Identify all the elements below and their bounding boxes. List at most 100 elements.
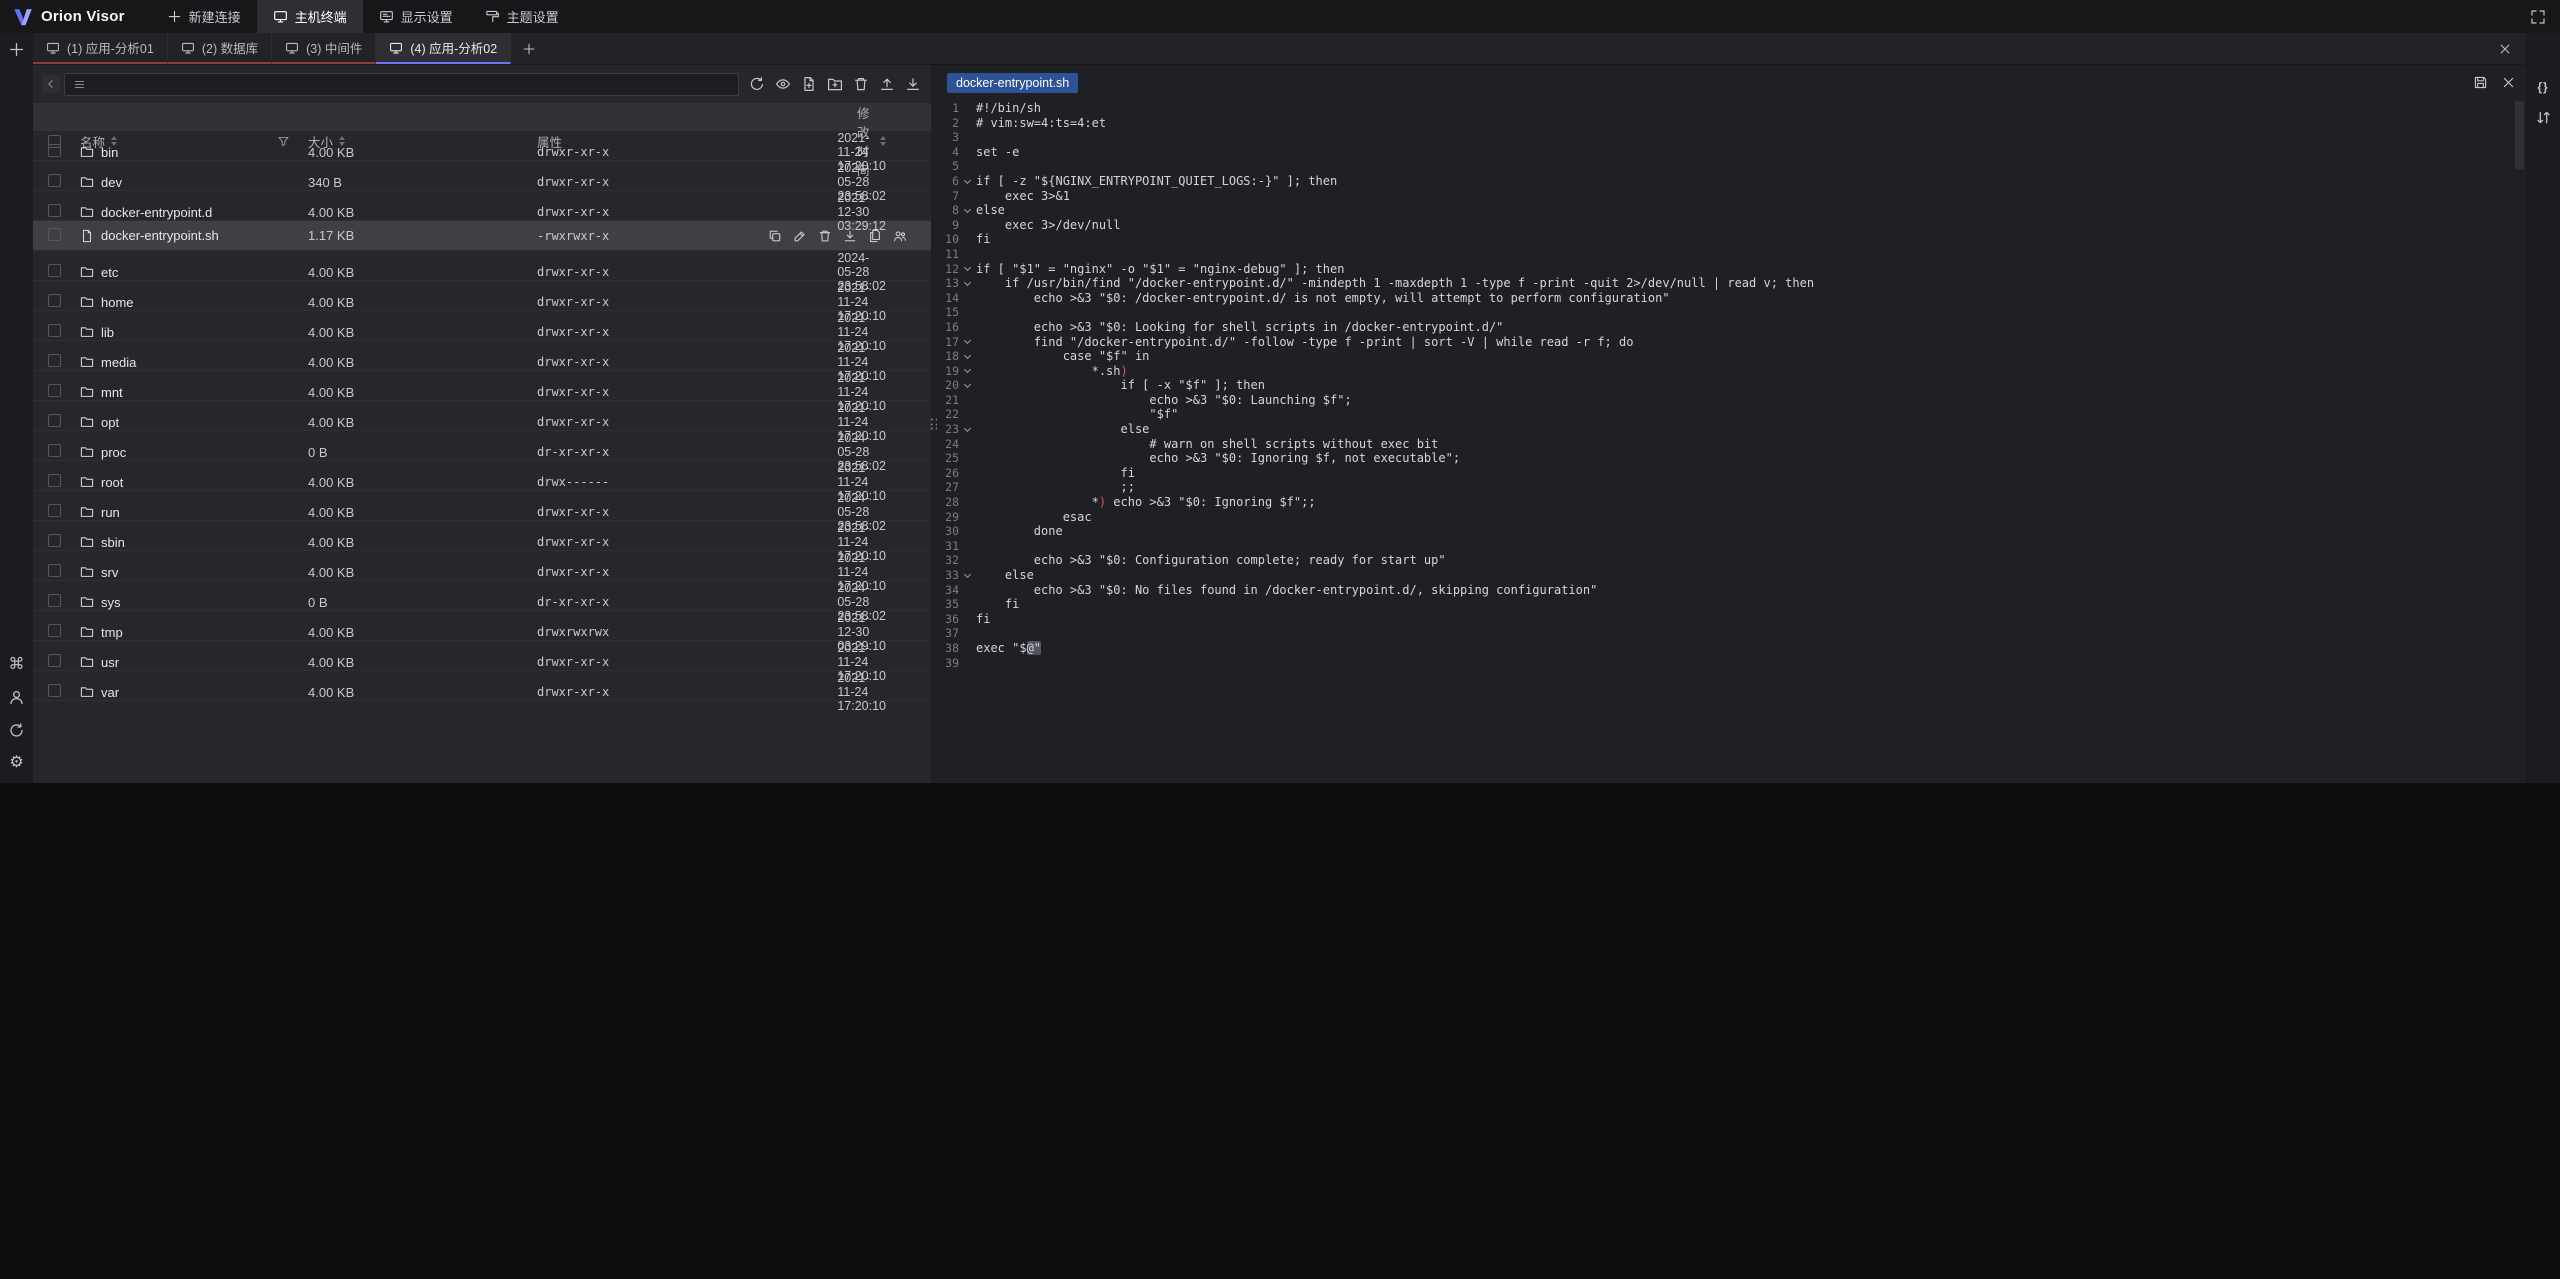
file-row-lib[interactable]: lib4.00 KBdrwxr-xr-x2021-11-24 17:20:10	[33, 311, 931, 341]
session-tab-4[interactable]: (4) 应用-分析02	[376, 33, 511, 64]
fold-chevron-icon[interactable]	[959, 276, 976, 291]
code-area[interactable]: 1#!/bin/sh2# vim:sw=4:ts=4:et34set -e56i…	[937, 100, 2526, 783]
brand[interactable]: Orion Visor	[12, 6, 125, 28]
file-row-root[interactable]: root4.00 KBdrwx------2021-11-24 17:20:10	[33, 461, 931, 491]
file-row-etc[interactable]: etc4.00 KBdrwxr-xr-x2024-05-28 23:58:02	[33, 251, 931, 281]
back-button[interactable]	[42, 75, 60, 93]
row-checkbox[interactable]	[48, 534, 61, 547]
file-row-sbin[interactable]: sbin4.00 KBdrwxr-xr-x2021-11-24 17:20:10	[33, 521, 931, 551]
file-size: 0 B	[308, 595, 537, 610]
close-session-button[interactable]	[2498, 42, 2512, 56]
row-checkbox[interactable]	[48, 384, 61, 397]
file-row-mnt[interactable]: mnt4.00 KBdrwxr-xr-x2021-11-24 17:20:10	[33, 371, 931, 401]
left-rail: ⌘⚙	[0, 33, 33, 783]
fold-chevron-icon[interactable]	[959, 422, 976, 437]
editor-config-button[interactable]: {}	[2537, 81, 2548, 93]
editor-scrollbar-thumb[interactable]	[2515, 101, 2524, 169]
tab-label: (4) 应用-分析02	[410, 38, 497, 57]
row-checkbox[interactable]	[48, 684, 61, 697]
nav-display-settings[interactable]: 显示设置	[363, 0, 469, 33]
row-checkbox[interactable]	[48, 144, 61, 157]
delete-button[interactable]	[853, 76, 869, 92]
new-file-button[interactable]	[801, 76, 817, 92]
file-row-dev[interactable]: dev340 Bdrwxr-xr-x2024-05-28 23:58:02	[33, 161, 931, 191]
file-row-bin[interactable]: bin4.00 KBdrwxr-xr-x2021-11-24 17:20:10	[33, 131, 931, 161]
row-checkbox[interactable]	[48, 294, 61, 307]
row-action-copy[interactable]	[768, 229, 782, 243]
file-name: dev	[80, 175, 308, 190]
add-button[interactable]	[8, 41, 25, 58]
file-row-proc[interactable]: proc0 Bdr-xr-xr-x2024-05-28 23:58:02	[33, 431, 931, 461]
new-tab-button[interactable]	[511, 33, 547, 64]
line-number: 18	[937, 349, 959, 364]
fold-chevron-icon[interactable]	[959, 349, 976, 364]
nav-host-terminal[interactable]: 主机终端	[257, 0, 363, 33]
file-row-media[interactable]: media4.00 KBdrwxr-xr-x2021-11-24 17:20:1…	[33, 341, 931, 371]
row-checkbox[interactable]	[48, 354, 61, 367]
line-number: 19	[937, 364, 959, 379]
row-checkbox[interactable]	[48, 204, 61, 217]
refresh-icon	[749, 76, 765, 92]
refresh-button[interactable]	[749, 76, 765, 92]
file-row-docker-entrypoint.d[interactable]: docker-entrypoint.d4.00 KBdrwxr-xr-x2021…	[33, 191, 931, 221]
download-button[interactable]	[905, 76, 921, 92]
file-row-home[interactable]: home4.00 KBdrwxr-xr-x2021-11-24 17:20:10	[33, 281, 931, 311]
fullscreen-button[interactable]	[2530, 9, 2546, 25]
fold-chevron-icon[interactable]	[959, 335, 976, 350]
row-checkbox[interactable]	[48, 564, 61, 577]
download-icon	[905, 76, 921, 92]
right-rail: {}	[2526, 33, 2560, 783]
user-center-button[interactable]	[8, 689, 25, 706]
fold-chevron-icon[interactable]	[959, 262, 976, 277]
new-folder-button[interactable]	[827, 76, 843, 92]
setting-button[interactable]: ⚙	[9, 755, 23, 771]
line-number: 34	[937, 583, 959, 598]
shortcut-keys-button[interactable]: ⌘	[9, 657, 25, 673]
row-checkbox[interactable]	[48, 444, 61, 457]
row-checkbox[interactable]	[48, 264, 61, 277]
close-editor-button[interactable]	[2501, 75, 2516, 90]
session-tab-1[interactable]: (1) 应用-分析01	[33, 33, 168, 64]
file-row-var[interactable]: var4.00 KBdrwxr-xr-x2021-11-24 17:20:10	[33, 671, 931, 701]
file-row-usr[interactable]: usr4.00 KBdrwxr-xr-x2021-11-24 17:20:10	[33, 641, 931, 671]
file-row-docker-entrypoint.sh[interactable]: docker-entrypoint.sh1.17 KB-rwxrwxr-x	[33, 221, 931, 251]
fold-chevron-icon[interactable]	[959, 364, 976, 379]
session-tab-2[interactable]: (2) 数据库	[168, 33, 272, 64]
row-checkbox[interactable]	[48, 414, 61, 427]
fold-chevron-icon[interactable]	[959, 568, 976, 583]
fold-chevron-icon[interactable]	[959, 378, 976, 393]
fold-chevron-icon[interactable]	[959, 174, 976, 189]
row-checkbox[interactable]	[48, 324, 61, 337]
fold-chevron-icon[interactable]	[959, 203, 976, 218]
row-action-delete[interactable]	[818, 229, 832, 243]
row-action-edit[interactable]	[793, 229, 807, 243]
file-row-srv[interactable]: srv4.00 KBdrwxr-xr-x2021-11-24 17:20:10	[33, 551, 931, 581]
path-input[interactable]	[64, 73, 739, 96]
file-row-tmp[interactable]: tmp4.00 KBdrwxrwxrwx2021-12-30 03:29:10	[33, 611, 931, 641]
nav-new-connection[interactable]: 新建连接	[151, 0, 257, 33]
workspace: ⌘⚙ (1) 应用-分析01(2) 数据库(3) 中间件(4) 应用-分析02	[0, 33, 2560, 783]
file-row-opt[interactable]: opt4.00 KBdrwxr-xr-x2021-11-24 17:20:10	[33, 401, 931, 431]
row-checkbox[interactable]	[48, 474, 61, 487]
row-checkbox[interactable]	[48, 624, 61, 637]
tab-label: (2) 数据库	[202, 38, 258, 57]
line-sort-button[interactable]	[2535, 109, 2552, 126]
upload-button[interactable]	[879, 76, 895, 92]
row-checkbox[interactable]	[48, 654, 61, 667]
save-file-button[interactable]	[2473, 75, 2488, 90]
file-size: 4.00 KB	[308, 535, 537, 550]
row-action-download[interactable]	[843, 229, 857, 243]
row-checkbox[interactable]	[48, 228, 61, 241]
row-checkbox[interactable]	[48, 174, 61, 187]
row-checkbox[interactable]	[48, 504, 61, 517]
row-action-permissions[interactable]	[893, 229, 907, 243]
preview-hidden-button[interactable]	[775, 76, 791, 92]
file-row-run[interactable]: run4.00 KBdrwxr-xr-x2024-05-28 23:58:02	[33, 491, 931, 521]
nav-theme-settings[interactable]: 主题设置	[469, 0, 575, 33]
row-action-move[interactable]	[868, 229, 882, 243]
gear-icon: ⚙	[9, 755, 23, 771]
sync-button[interactable]	[8, 722, 25, 739]
row-checkbox[interactable]	[48, 594, 61, 607]
session-tab-3[interactable]: (3) 中间件	[272, 33, 376, 64]
file-row-sys[interactable]: sys0 Bdr-xr-xr-x2024-05-28 23:58:02	[33, 581, 931, 611]
